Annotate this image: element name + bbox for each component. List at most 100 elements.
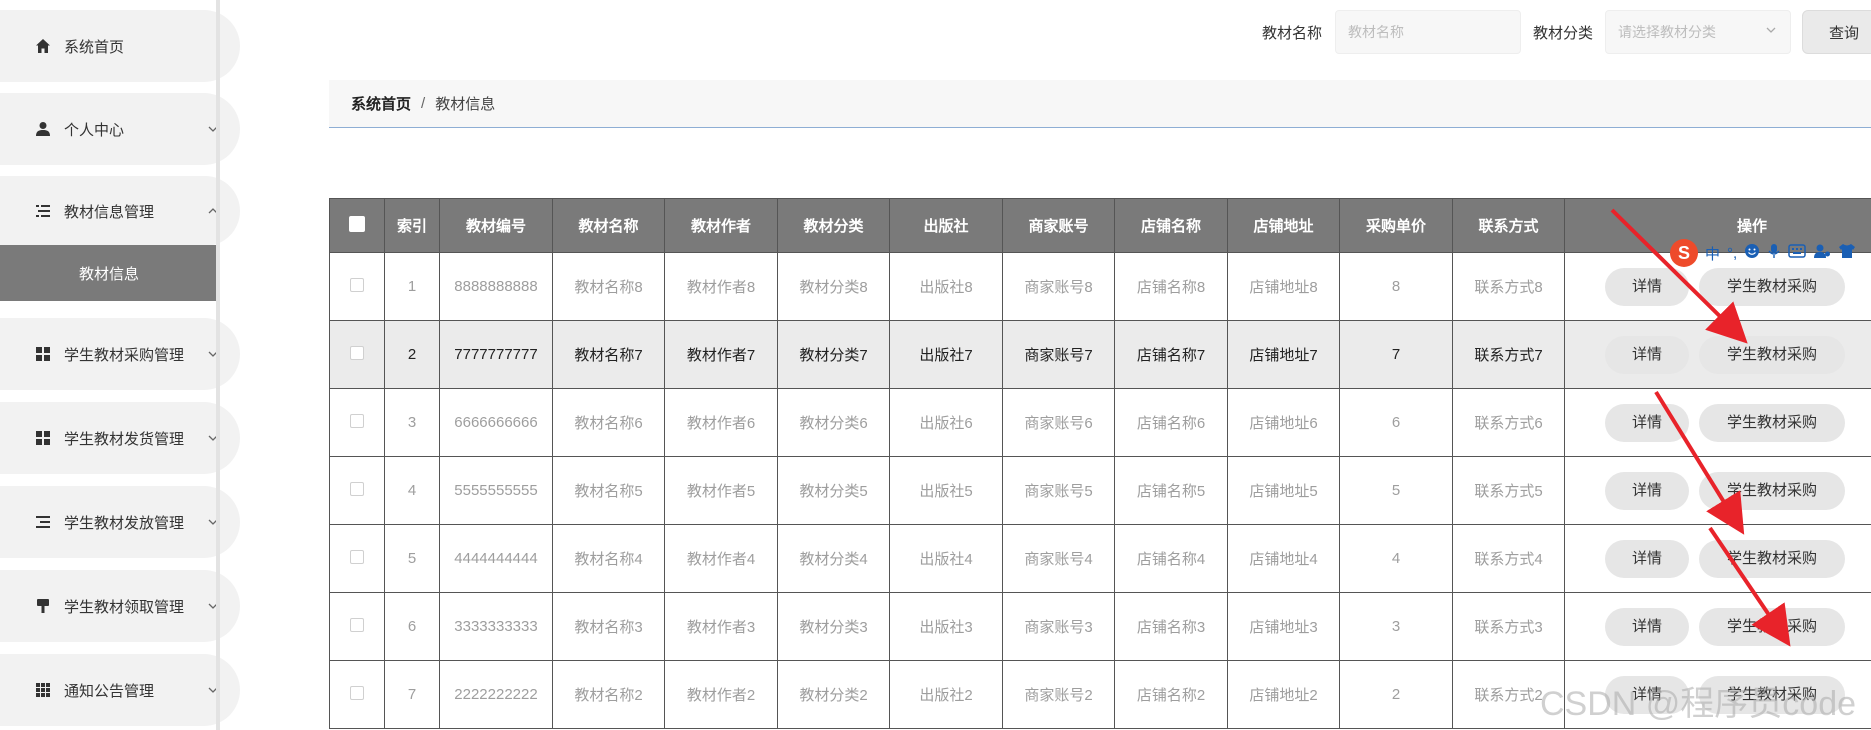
sidebar-item-label: 学生教材采购管理 bbox=[64, 346, 185, 364]
sidebar-item-student-distribution[interactable]: 学生教材发放管理 bbox=[0, 486, 240, 558]
sidebar-item-personal-center[interactable]: 个人中心 bbox=[0, 93, 240, 165]
sidebar-item-label: 学生教材领取管理 bbox=[64, 598, 185, 616]
table-cell-idx: 4 bbox=[384, 456, 440, 525]
table-cell-shop: 店铺名称4 bbox=[1114, 524, 1228, 593]
student-purchase-button[interactable]: 学生教材采购 bbox=[1699, 471, 1845, 510]
column-header: 教材作者 bbox=[664, 198, 778, 253]
row-select-cell bbox=[329, 456, 385, 525]
table-cell-publisher: 出版社8 bbox=[889, 252, 1003, 321]
row-checkbox[interactable] bbox=[350, 277, 364, 292]
apps-icon bbox=[34, 681, 52, 699]
table-cell-publisher: 出版社7 bbox=[889, 320, 1003, 389]
table-cell-category: 教材分类2 bbox=[777, 660, 890, 729]
textbook-table: 索引 教材编号 教材名称 教材作者 教材分类 出版社 商家账号 店铺名称 店铺地… bbox=[329, 198, 1871, 730]
row-checkbox[interactable] bbox=[350, 685, 364, 700]
column-header: 采购单价 bbox=[1339, 198, 1453, 253]
textbook-category-select[interactable]: 请选择教材分类 bbox=[1605, 10, 1791, 54]
sidebar-item-textbook-info-management[interactable]: 教材信息管理 bbox=[0, 176, 240, 246]
table-cell-idx: 3 bbox=[384, 388, 440, 457]
table-cell-contact: 联系方式4 bbox=[1452, 524, 1565, 593]
textbook-name-input[interactable] bbox=[1335, 10, 1521, 54]
textbook-name-label: 教材名称 bbox=[1262, 25, 1323, 42]
table-cell-publisher: 出版社6 bbox=[889, 388, 1003, 457]
table-cell-code: 5555555555 bbox=[439, 456, 553, 525]
row-select-cell bbox=[329, 252, 385, 321]
breadcrumb-home[interactable]: 系统首页 bbox=[351, 93, 411, 114]
table-cell-category: 教材分类6 bbox=[777, 388, 890, 457]
sidebar-item-label: 学生教材发放管理 bbox=[64, 514, 185, 532]
student-purchase-button[interactable]: 学生教材采购 bbox=[1699, 607, 1845, 646]
column-header: 教材名称 bbox=[552, 198, 665, 253]
table-cell-address: 店铺地址8 bbox=[1227, 252, 1340, 321]
detail-button[interactable]: 详情 bbox=[1605, 607, 1689, 646]
ime-mode[interactable]: 中 bbox=[1705, 243, 1720, 264]
student-purchase-button[interactable]: 学生教材采购 bbox=[1699, 403, 1845, 442]
row-checkbox[interactable] bbox=[350, 345, 364, 360]
column-header: 索引 bbox=[384, 198, 440, 253]
sidebar-divider bbox=[216, 0, 220, 730]
query-button[interactable]: 查询 bbox=[1802, 10, 1871, 54]
table-cell-publisher: 出版社4 bbox=[889, 524, 1003, 593]
table-cell-price: 6 bbox=[1339, 388, 1453, 457]
sidebar-item-home[interactable]: 系统首页 bbox=[0, 10, 240, 82]
table-cell-name: 教材名称5 bbox=[552, 456, 665, 525]
sidebar-item-student-purchase[interactable]: 学生教材采购管理 bbox=[0, 318, 240, 390]
row-actions: 详情 学生教材采购 bbox=[1564, 524, 1871, 593]
detail-button[interactable]: 详情 bbox=[1605, 403, 1689, 442]
table-cell-name: 教材名称8 bbox=[552, 252, 665, 321]
detail-button[interactable]: 详情 bbox=[1605, 267, 1689, 306]
sogou-logo-icon: S bbox=[1670, 239, 1698, 267]
student-purchase-button[interactable]: 学生教材采购 bbox=[1699, 267, 1845, 306]
table-cell-account: 商家账号5 bbox=[1002, 456, 1115, 525]
grid-icon bbox=[34, 429, 52, 447]
column-header: 联系方式 bbox=[1452, 198, 1565, 253]
table-cell-author: 教材作者6 bbox=[664, 388, 778, 457]
sidebar-item-student-receive[interactable]: 学生教材领取管理 bbox=[0, 570, 240, 642]
emoji-icon[interactable] bbox=[1744, 243, 1760, 263]
sidebar-item-label: 系统首页 bbox=[64, 38, 125, 56]
table-cell-category: 教材分类5 bbox=[777, 456, 890, 525]
select-all-checkbox[interactable] bbox=[349, 215, 365, 232]
ime-toolbar: S 中 °, bbox=[1670, 238, 1856, 268]
table-cell-price: 5 bbox=[1339, 456, 1453, 525]
sidebar-item-notice-management[interactable]: 通知公告管理 bbox=[0, 654, 240, 726]
user-settings-icon[interactable] bbox=[1813, 243, 1831, 263]
table-cell-idx: 5 bbox=[384, 524, 440, 593]
table-cell-contact: 联系方式8 bbox=[1452, 252, 1565, 321]
row-checkbox[interactable] bbox=[350, 481, 364, 496]
watermark: CSDN @程序员code bbox=[1540, 685, 1857, 723]
table-cell-idx: 6 bbox=[384, 592, 440, 661]
keyboard-icon[interactable] bbox=[1788, 244, 1806, 262]
row-checkbox[interactable] bbox=[350, 549, 364, 564]
user-icon bbox=[34, 120, 52, 138]
align-icon bbox=[34, 513, 52, 531]
row-actions: 详情 学生教材采购 bbox=[1564, 592, 1871, 661]
column-header: 教材分类 bbox=[777, 198, 890, 253]
table-cell-publisher: 出版社2 bbox=[889, 660, 1003, 729]
detail-button[interactable]: 详情 bbox=[1605, 335, 1689, 374]
skin-icon[interactable] bbox=[1838, 243, 1856, 263]
table-cell-name: 教材名称2 bbox=[552, 660, 665, 729]
student-purchase-button[interactable]: 学生教材采购 bbox=[1699, 335, 1845, 374]
table-row: 5 4444444444 教材名称4 教材作者4 教材分类4 出版社4 商家账号4 店铺名称4… bbox=[329, 524, 1871, 593]
column-header: 出版社 bbox=[889, 198, 1003, 253]
row-checkbox[interactable] bbox=[350, 413, 364, 428]
detail-button[interactable]: 详情 bbox=[1605, 539, 1689, 578]
table-cell-author: 教材作者7 bbox=[664, 320, 778, 389]
row-checkbox[interactable] bbox=[350, 617, 364, 632]
table-cell-author: 教材作者3 bbox=[664, 592, 778, 661]
ime-punctuation[interactable]: °, bbox=[1727, 245, 1737, 262]
table-cell-account: 商家账号3 bbox=[1002, 592, 1115, 661]
student-purchase-button[interactable]: 学生教材采购 bbox=[1699, 539, 1845, 578]
sidebar-subitem-textbook-info[interactable]: 教材信息 bbox=[0, 245, 218, 301]
table-cell-account: 商家账号8 bbox=[1002, 252, 1115, 321]
microphone-icon[interactable] bbox=[1767, 243, 1781, 263]
table-cell-author: 教材作者5 bbox=[664, 456, 778, 525]
table-cell-code: 6666666666 bbox=[439, 388, 553, 457]
table-row: 2 7777777777 教材名称7 教材作者7 教材分类7 出版社7 商家账号7 店铺名称7… bbox=[329, 320, 1871, 389]
table-cell-price: 7 bbox=[1339, 320, 1453, 389]
detail-button[interactable]: 详情 bbox=[1605, 471, 1689, 510]
table-header-row: 索引 教材编号 教材名称 教材作者 教材分类 出版社 商家账号 店铺名称 店铺地… bbox=[329, 198, 1871, 253]
sidebar-item-student-shipping[interactable]: 学生教材发货管理 bbox=[0, 402, 240, 474]
table-cell-contact: 联系方式5 bbox=[1452, 456, 1565, 525]
